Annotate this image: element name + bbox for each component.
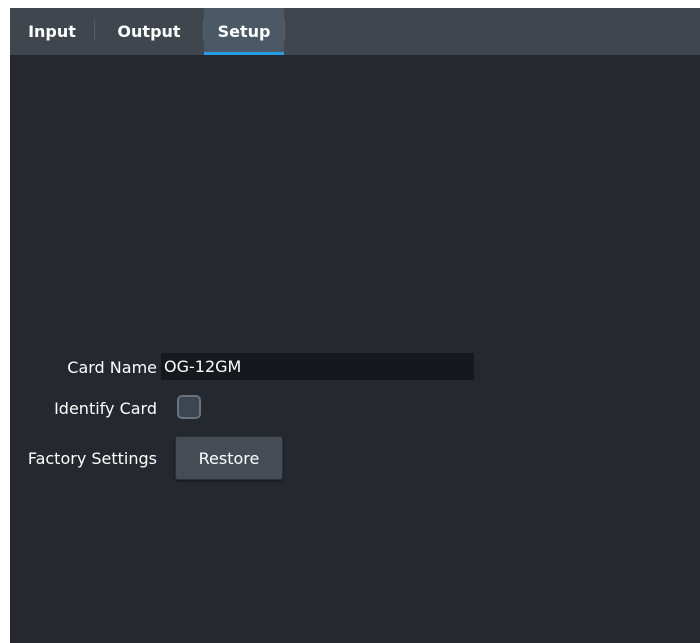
tab-input-label: Input: [28, 22, 76, 41]
tab-input[interactable]: Input: [10, 8, 94, 55]
active-tab-indicator: [204, 52, 284, 55]
tab-output-label: Output: [117, 22, 181, 41]
tab-setup[interactable]: Setup: [204, 8, 284, 55]
card-name-label: Card Name: [67, 358, 157, 377]
setup-panel: Input Output Setup Card Name Identify Ca…: [10, 8, 700, 643]
factory-settings-label: Factory Settings: [27, 449, 157, 468]
identify-card-checkbox[interactable]: [177, 395, 201, 419]
tab-setup-label: Setup: [217, 22, 271, 41]
tab-divider: [284, 20, 285, 41]
tab-bar: Input Output Setup: [10, 8, 700, 55]
tab-output[interactable]: Output: [95, 8, 203, 55]
restore-button[interactable]: Restore: [175, 436, 283, 480]
identify-card-label: Identify Card: [54, 399, 157, 418]
card-name-field[interactable]: [161, 353, 474, 380]
